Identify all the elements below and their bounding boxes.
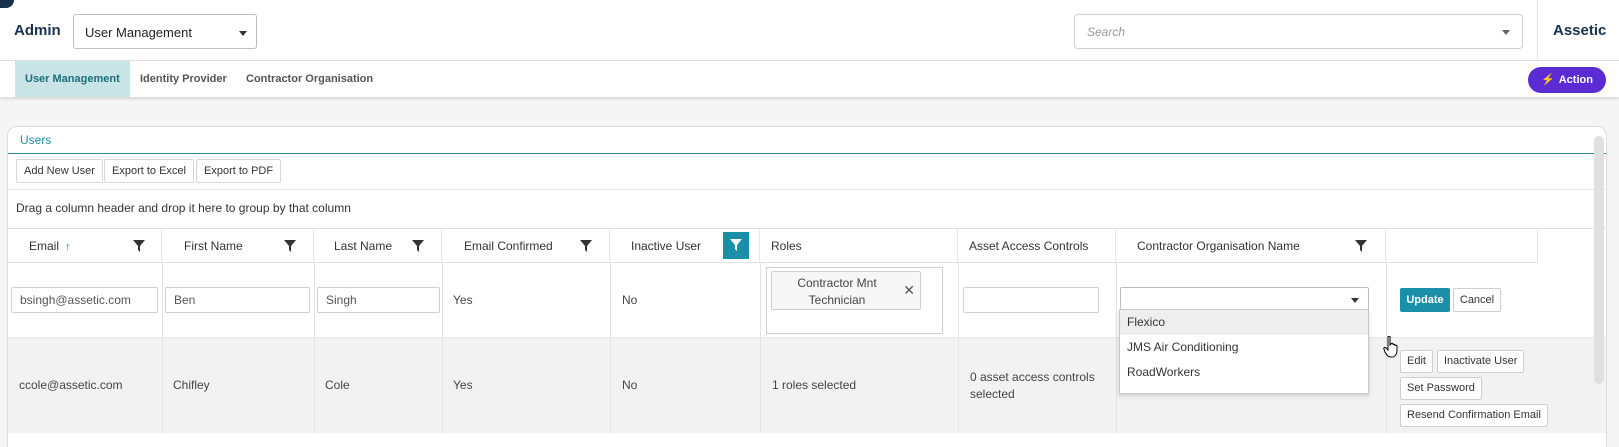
email-confirmed-value: Yes bbox=[453, 293, 473, 307]
header-label: Email Confirmed bbox=[464, 239, 553, 253]
title-divider bbox=[8, 153, 1606, 154]
close-icon[interactable]: ✕ bbox=[903, 282, 915, 299]
update-button[interactable]: Update bbox=[1400, 288, 1450, 312]
email-field[interactable]: bsingh@assetic.com bbox=[11, 287, 158, 313]
header-label: Asset Access Controls bbox=[969, 239, 1089, 253]
header-divider bbox=[1537, 0, 1538, 60]
tab-user-management[interactable]: User Management bbox=[15, 61, 130, 97]
set-password-button[interactable]: Set Password bbox=[1400, 377, 1482, 400]
export-excel-button[interactable]: Export to Excel bbox=[104, 159, 194, 183]
dropdown-option[interactable]: RoadWorkers bbox=[1120, 360, 1368, 385]
chevron-down-icon bbox=[239, 31, 247, 36]
roles-cell: 1 roles selected bbox=[772, 378, 857, 392]
header-label: Inactive User bbox=[631, 239, 702, 253]
card-title: Users bbox=[20, 133, 52, 147]
resend-confirmation-button[interactable]: Resend Confirmation Email bbox=[1400, 404, 1548, 427]
header-label: Contractor Organisation Name bbox=[1137, 239, 1300, 253]
toolbar-divider bbox=[8, 189, 1606, 190]
add-new-user-button[interactable]: Add New User bbox=[16, 159, 103, 183]
users-card: Users Add New User Export to Excel Expor… bbox=[7, 126, 1607, 447]
export-pdf-button[interactable]: Export to PDF bbox=[196, 159, 282, 183]
email-confirmed-cell: Yes bbox=[453, 378, 473, 392]
filter-icon[interactable] bbox=[133, 240, 145, 252]
search-input[interactable]: Search bbox=[1074, 14, 1523, 49]
nav-tabs: User Management Identity Provider Contra… bbox=[0, 61, 1619, 97]
header-label: Roles bbox=[771, 239, 802, 253]
chevron-down-icon bbox=[1502, 30, 1510, 35]
tab-identity-provider[interactable]: Identity Provider bbox=[130, 61, 237, 97]
column-header-last-name[interactable]: Last Name bbox=[314, 229, 442, 263]
filter-icon[interactable] bbox=[1355, 240, 1367, 252]
column-header-contractor-org[interactable]: Contractor Organisation Name bbox=[1116, 229, 1386, 263]
first-name-cell: Chifley bbox=[173, 378, 210, 392]
last-name-cell: Cole bbox=[325, 378, 350, 392]
last-name-field[interactable]: Singh bbox=[317, 287, 440, 313]
inactive-cell: No bbox=[622, 378, 638, 392]
app-title: Admin bbox=[14, 22, 61, 39]
filter-icon[interactable] bbox=[284, 240, 296, 252]
module-select[interactable]: User Management bbox=[73, 14, 257, 49]
inactivate-user-button[interactable]: Inactivate User bbox=[1437, 350, 1525, 373]
email-cell: ccole@assetic.com bbox=[19, 378, 123, 392]
cancel-button[interactable]: Cancel bbox=[1453, 288, 1501, 312]
header-label: Email bbox=[29, 239, 60, 253]
dropdown-option[interactable]: JMS Air Conditioning bbox=[1120, 335, 1368, 360]
roles-multiselect[interactable]: Contractor Mnt Technician ✕ bbox=[766, 267, 943, 334]
filter-icon[interactable] bbox=[580, 240, 592, 252]
column-header-roles[interactable]: Roles bbox=[760, 229, 958, 263]
contractor-org-options: Flexico JMS Air Conditioning RoadWorkers bbox=[1119, 309, 1369, 394]
tab-contractor-organisation[interactable]: Contractor Organisation bbox=[236, 61, 383, 97]
search-placeholder: Search bbox=[1087, 25, 1126, 39]
first-name-field[interactable]: Ben bbox=[165, 287, 310, 313]
lightning-icon: ⚡ bbox=[1541, 74, 1555, 86]
filter-active-button[interactable] bbox=[723, 232, 749, 259]
asset-access-field[interactable] bbox=[963, 287, 1099, 313]
sort-ascending-icon: ↑ bbox=[65, 241, 71, 253]
header-label: First Name bbox=[184, 239, 243, 253]
inactive-value: No bbox=[622, 293, 638, 307]
top-header: Admin User Management Search Assetic bbox=[0, 0, 1619, 61]
column-header-email-confirmed[interactable]: Email Confirmed bbox=[442, 229, 610, 263]
vertical-scrollbar[interactable] bbox=[1594, 136, 1604, 384]
filter-icon bbox=[730, 239, 742, 251]
column-header-email[interactable]: Email ↑ bbox=[8, 229, 162, 263]
role-chip-label: Contractor Mnt Technician bbox=[797, 276, 877, 307]
action-label: Action bbox=[1558, 74, 1593, 86]
chevron-down-icon bbox=[1351, 298, 1359, 303]
filter-icon[interactable] bbox=[412, 240, 424, 252]
brand-logo: Assetic bbox=[1553, 22, 1607, 39]
dropdown-option[interactable]: Flexico bbox=[1120, 310, 1368, 335]
asset-access-cell: 0 asset access controls selected bbox=[970, 370, 1095, 401]
column-header-commands bbox=[1386, 229, 1538, 263]
action-button[interactable]: ⚡ Action bbox=[1528, 67, 1606, 93]
edit-button[interactable]: Edit bbox=[1400, 350, 1433, 373]
group-panel-hint[interactable]: Drag a column header and drop it here to… bbox=[16, 201, 351, 215]
column-header-first-name[interactable]: First Name bbox=[162, 229, 314, 263]
corner-accent bbox=[0, 0, 14, 8]
column-header-inactive-user[interactable]: Inactive User bbox=[610, 229, 760, 263]
module-select-value: User Management bbox=[85, 25, 192, 40]
role-chip: Contractor Mnt Technician ✕ bbox=[771, 271, 921, 310]
hand-cursor-icon bbox=[1383, 336, 1398, 358]
column-header-asset-access[interactable]: Asset Access Controls bbox=[958, 229, 1116, 263]
header-label: Last Name bbox=[334, 239, 393, 253]
